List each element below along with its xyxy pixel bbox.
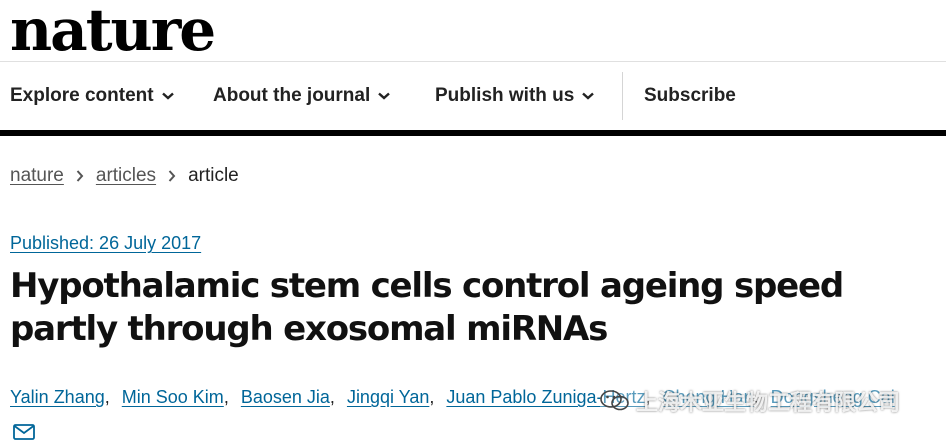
nav-publish-with-us-label: Publish with us — [435, 85, 575, 106]
chevron-right-icon — [76, 170, 84, 182]
wechat-icon — [600, 390, 629, 411]
nav-bottom-rule — [0, 130, 946, 136]
watermark: 上海木亚生物工程有限公司 — [600, 384, 907, 418]
envelope-icon[interactable] — [13, 424, 35, 440]
chevron-down-icon — [582, 92, 595, 100]
author-link[interactable]: Yalin Zhang — [10, 387, 105, 407]
author-link[interactable]: Jingqi Yan — [347, 387, 429, 407]
nav-about-journal[interactable]: About the journal — [213, 82, 391, 110]
chevron-down-icon — [161, 92, 174, 100]
breadcrumb-articles[interactable]: articles — [96, 165, 156, 187]
nav-divider — [622, 72, 623, 120]
nav-explore-content-label: Explore content — [10, 85, 154, 106]
subscribe-link[interactable]: Subscribe — [644, 82, 736, 110]
nav-about-journal-label: About the journal — [213, 85, 371, 106]
breadcrumb: nature articles article — [10, 163, 239, 189]
watermark-text: 上海木亚生物工程有限公司 — [636, 390, 901, 415]
chevron-down-icon — [378, 92, 391, 100]
breadcrumb-current: article — [188, 165, 239, 186]
chevron-right-icon — [168, 170, 176, 182]
author-link[interactable]: Baosen Jia — [241, 387, 330, 407]
article-title: Hypothalamic stem cells control ageing s… — [10, 266, 844, 349]
main-nav: Explore content About the journal Publis… — [0, 62, 946, 130]
published-date[interactable]: Published: 26 July 2017 — [10, 233, 201, 254]
author-link[interactable]: Min Soo Kim — [122, 387, 224, 407]
nav-publish-with-us[interactable]: Publish with us — [435, 82, 595, 110]
nature-logo[interactable]: nature — [10, 0, 216, 64]
breadcrumb-nature[interactable]: nature — [10, 165, 64, 187]
nav-explore-content[interactable]: Explore content — [10, 82, 174, 110]
